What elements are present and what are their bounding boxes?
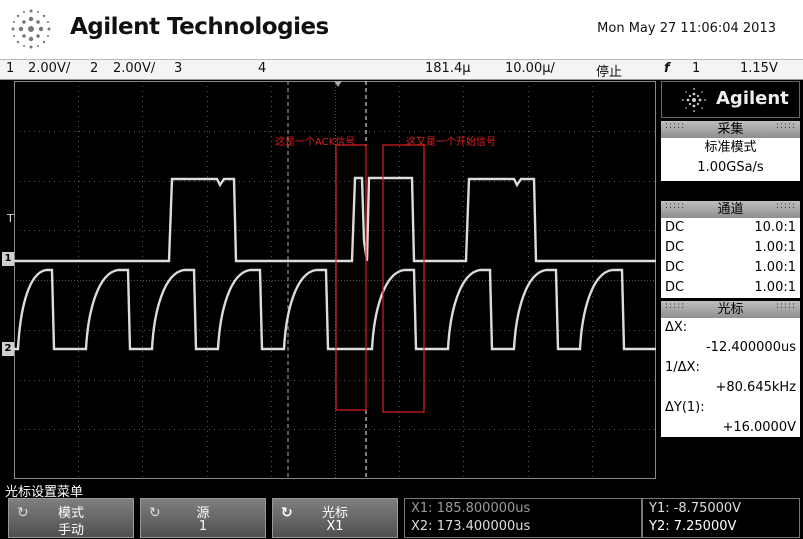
time-delay[interactable]: 181.4µ: [425, 61, 471, 76]
sidebar: Agilent ::::: 采集::::: 标准模式 1.00GSa/s ::::…: [661, 81, 800, 479]
channel-panel[interactable]: ::::: 通道::::: DC 10.0:1 DC 1.00:1 DC 1.00:1 …: [661, 201, 800, 298]
ch2-ground-marker: 2: [2, 342, 14, 356]
brand-title: Agilent Technologies: [70, 14, 329, 40]
acquisition-header: ::::: 采集:::::: [661, 121, 800, 138]
channel-row: DC 10.0:1: [665, 220, 796, 235]
cursor-panel[interactable]: ::::: 光标::::: ΔX: -12.400000us 1/ΔX: +80.…: [661, 301, 800, 437]
time-scale[interactable]: 10.00µ/: [505, 61, 555, 76]
channel-row: DC 1.00:1: [665, 260, 796, 275]
start-annotation: 这又是一个开始信号: [406, 137, 496, 148]
acquisition-panel[interactable]: ::::: 采集::::: 标准模式 1.00GSa/s: [661, 121, 800, 181]
softkey-mode[interactable]: ↻ 模式 手动: [8, 498, 134, 538]
sample-rate: 1.00GSa/s: [697, 160, 764, 175]
trigger-edge-icon: f: [664, 61, 670, 76]
ch1-scale[interactable]: 2.00V/: [28, 61, 70, 76]
run-state[interactable]: 停止: [596, 61, 622, 80]
agilent-spark-small-icon: [682, 88, 706, 112]
delta-x-value: -12.400000us: [705, 340, 796, 355]
agilent-spark-logo-icon: [11, 9, 51, 49]
ch3-number[interactable]: 3: [174, 61, 182, 76]
sidebar-logo: Agilent: [661, 81, 800, 118]
trigger-level-marker: T: [7, 212, 14, 225]
header-bar: Agilent Technologies Mon May 27 11:06:04…: [0, 0, 803, 59]
delta-y-label: ΔY(1):: [665, 400, 705, 415]
cursor-y-readout: Y1: -8.75000V Y2: 7.25000V: [642, 498, 800, 538]
cursor-header: ::::: 光标:::::: [661, 301, 800, 318]
waveform-display[interactable]: 这是一个ACK信号 这又是一个开始信号: [14, 81, 657, 480]
delta-x-label: ΔX:: [665, 320, 688, 335]
softkey-cursor[interactable]: ↻ 光标 X1: [272, 498, 398, 538]
inverse-delta-x-value: +80.645kHz: [715, 380, 796, 395]
softkey-mode-value: 手动: [57, 523, 84, 538]
delta-y-value: +16.0000V: [722, 420, 796, 435]
softkey-cursor-value: X1: [326, 519, 344, 534]
ch1-number[interactable]: 1: [6, 61, 14, 76]
ch4-number[interactable]: 4: [258, 61, 266, 76]
channel-header: ::::: 通道:::::: [661, 201, 800, 218]
cursor-y1-readout: Y1: -8.75000V: [649, 501, 742, 516]
menu-title-bar: 光标设置菜单: [0, 480, 803, 500]
datetime: Mon May 27 11:06:04 2013: [597, 21, 776, 36]
ack-annotation: 这是一个ACK信号: [275, 137, 356, 148]
channel-row: DC 1.00:1: [665, 280, 796, 295]
ch1-ground-marker: 1: [2, 252, 14, 266]
cursor-x1-readout: X1: 185.800000us: [411, 501, 531, 516]
acquisition-mode: 标准模式: [704, 140, 757, 155]
cursor-y2-readout: Y2: 7.25000V: [649, 519, 737, 534]
ch2-scale[interactable]: 2.00V/: [113, 61, 155, 76]
status-bar: 1 2.00V/ 2 2.00V/ 3 4 181.4µ 10.00µ/ 停止 …: [0, 59, 803, 80]
softkey-source-value: 1: [198, 519, 208, 534]
trigger-level[interactable]: 1.15V: [740, 61, 778, 76]
cursor-x-readout: X1: 185.800000us X2: 173.400000us: [404, 498, 642, 538]
channel-row: DC 1.00:1: [665, 240, 796, 255]
cursor-x2-readout: X2: 173.400000us: [411, 519, 531, 534]
sidebar-logo-text: Agilent: [716, 88, 789, 109]
softkey-source[interactable]: ↻ 源 1: [140, 498, 266, 538]
trigger-source[interactable]: 1: [692, 61, 700, 76]
ch2-number[interactable]: 2: [90, 61, 98, 76]
inverse-delta-x-label: 1/ΔX:: [665, 360, 700, 375]
